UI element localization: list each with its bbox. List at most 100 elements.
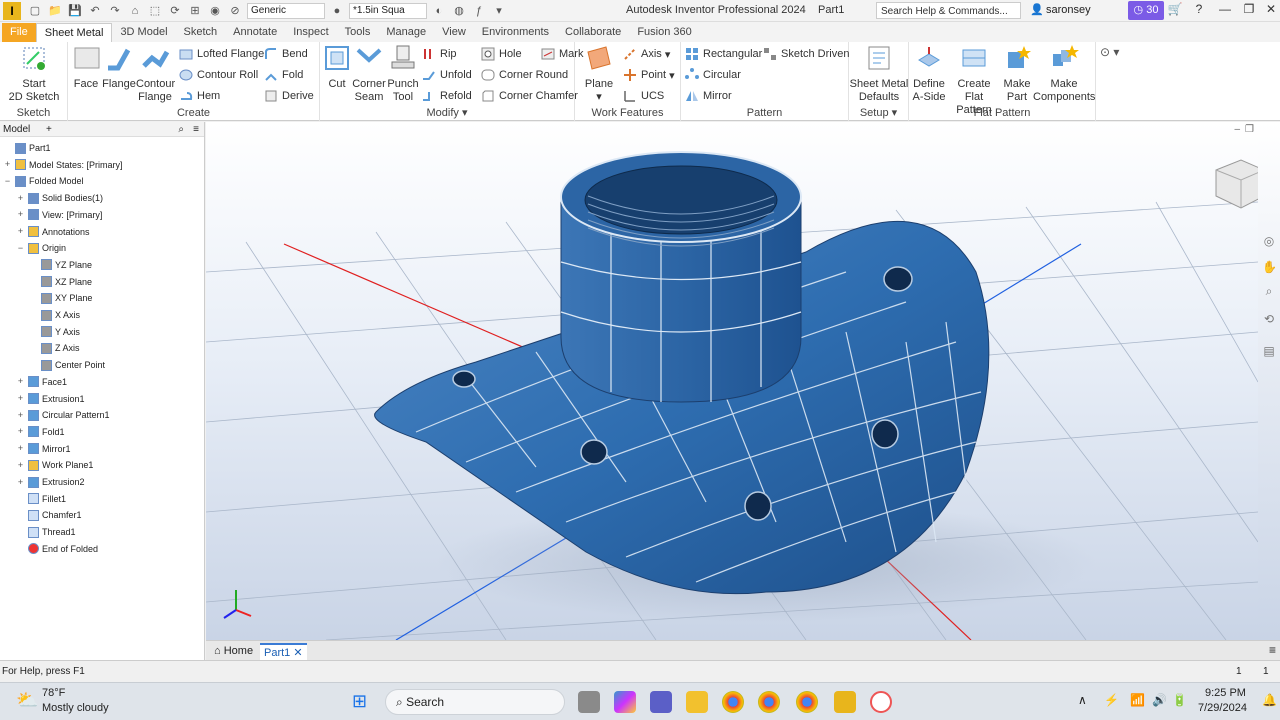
group-label-setup[interactable]: Setup ▾ <box>849 106 908 119</box>
punch-tool-button[interactable]: Punch Tool <box>386 44 420 104</box>
tree-item[interactable]: + Work Plane1 <box>16 457 93 473</box>
home-tab[interactable]: ⌂ Home <box>210 643 257 660</box>
refold-button[interactable]: Refold <box>422 87 472 105</box>
expand-icon[interactable]: + <box>16 427 25 436</box>
tree-item[interactable]: Y Axis <box>29 324 80 340</box>
recorder-icon[interactable] <box>870 691 892 713</box>
tree-item[interactable]: − Origin <box>16 240 66 256</box>
tree-item[interactable]: + View: [Primary] <box>16 207 102 223</box>
select-icon[interactable]: ⬚ <box>145 2 165 20</box>
volume-icon[interactable]: 🔊 <box>1152 693 1167 707</box>
expand-icon[interactable]: + <box>16 477 25 487</box>
zoom-icon[interactable]: ⌕ <box>1262 284 1276 298</box>
hem-button[interactable]: Hem <box>179 87 220 105</box>
bend-button[interactable]: Bend <box>264 45 308 63</box>
lofted-flange-button[interactable]: Lofted Flange <box>179 45 264 63</box>
tree-item[interactable]: End of Folded <box>16 541 98 557</box>
mirror-button[interactable]: Mirror <box>685 87 732 105</box>
fold-button[interactable]: Fold <box>264 66 303 84</box>
tree-item[interactable]: + Solid Bodies(1) <box>16 190 103 206</box>
tree-item[interactable]: Part1 <box>3 140 51 156</box>
clear-icon[interactable]: ◍ <box>449 2 469 20</box>
tree-item[interactable]: Thread1 <box>16 524 76 540</box>
chrome-profile-2-icon[interactable] <box>796 691 818 713</box>
tree-item[interactable]: + Fold1 <box>16 424 65 440</box>
view-cube[interactable] <box>1215 159 1258 209</box>
tab-environments[interactable]: Environments <box>474 23 557 42</box>
file-explorer-icon[interactable] <box>686 691 708 713</box>
minimize-icon[interactable]: — <box>1214 2 1236 20</box>
hole-button[interactable]: Hole <box>481 45 522 63</box>
measure-icon[interactable]: ⊞ <box>185 2 205 20</box>
tree-item[interactable]: YZ Plane <box>29 257 92 273</box>
tab-view[interactable]: View <box>434 23 474 42</box>
tab-menu-icon[interactable]: ≡ <box>1269 643 1276 657</box>
tree-item[interactable]: + Extrusion2 <box>16 474 85 490</box>
add-browser-tab-icon[interactable]: + <box>46 122 52 137</box>
tree-item[interactable]: X Axis <box>29 307 80 323</box>
expand-icon[interactable]: + <box>16 210 25 219</box>
customize-qat-icon[interactable]: ▾ <box>489 2 509 20</box>
point-button[interactable]: Point ▾ <box>623 66 675 84</box>
tab-annotate[interactable]: Annotate <box>225 23 285 42</box>
appearance-icon[interactable]: ● <box>327 2 347 20</box>
rip-button[interactable]: Rip <box>422 45 457 63</box>
face-button[interactable]: Face <box>72 44 100 91</box>
define-a-side-button[interactable]: Define A-Side <box>909 44 949 104</box>
notifications-icon[interactable]: 🔔 <box>1262 693 1277 707</box>
tree-item[interactable]: XZ Plane <box>29 274 92 290</box>
hole-5[interactable] <box>883 266 913 292</box>
unfold-button[interactable]: Unfold <box>422 66 472 84</box>
weather-icon[interactable]: ⛅ <box>16 690 38 711</box>
expand-icon[interactable]: + <box>16 460 25 470</box>
pan-icon[interactable]: ✋ <box>1262 260 1277 274</box>
tree-item[interactable]: Center Point <box>29 357 105 373</box>
start-2d-sketch-button[interactable]: Start 2D Sketch <box>8 44 60 104</box>
material-dropdown[interactable]: *1.5in Squa <box>349 2 427 19</box>
clear-appearance-icon[interactable]: ⊘ <box>225 2 245 20</box>
hole-3[interactable] <box>744 491 772 521</box>
update-icon[interactable]: ⟳ <box>165 2 185 20</box>
hole-1[interactable] <box>452 370 476 388</box>
save-icon[interactable]: 💾 <box>65 2 85 20</box>
help-icon[interactable]: ? <box>1188 2 1210 20</box>
corner-round-button[interactable]: Corner Round <box>481 66 568 84</box>
close-icon[interactable]: ✕ <box>1260 2 1280 20</box>
steering-wheel-icon[interactable]: ◎ <box>1262 234 1276 248</box>
color-icon[interactable]: ◉ <box>205 2 225 20</box>
tree-item[interactable]: Fillet1 <box>16 491 66 507</box>
axis-button[interactable]: Axis ▾ <box>623 45 670 63</box>
tab-manage[interactable]: Manage <box>378 23 434 42</box>
task-view-icon[interactable] <box>578 691 600 713</box>
tab-file[interactable]: File <box>2 23 36 42</box>
subscription-clock-badge[interactable]: ◷ 30 <box>1128 1 1164 20</box>
expand-icon[interactable]: + <box>16 227 25 236</box>
cart-icon[interactable]: 🛒 <box>1164 2 1186 20</box>
expand-icon[interactable]: + <box>16 444 25 453</box>
rectangular-pattern-button[interactable]: Rectangular <box>685 45 762 63</box>
tab-sheet-metal[interactable]: Sheet Metal <box>35 23 113 42</box>
expand-icon[interactable]: + <box>3 160 12 169</box>
expand-icon[interactable]: + <box>16 377 25 386</box>
network-off-icon[interactable]: ⚡ <box>1104 693 1119 707</box>
expand-icon[interactable]: + <box>16 193 25 203</box>
part1-tab[interactable]: Part1 ✕ <box>260 643 307 660</box>
clock-date[interactable]: 7/29/2024 <box>1198 702 1247 714</box>
plane-button[interactable]: Plane ▾ <box>581 44 617 104</box>
chrome-profile-icon[interactable] <box>758 691 780 713</box>
fx-icon[interactable]: ƒ <box>469 2 489 20</box>
home-icon[interactable]: ⌂ <box>125 2 145 20</box>
close-tab-icon[interactable]: ✕ <box>293 647 302 659</box>
chrome-icon[interactable] <box>722 691 744 713</box>
collapse-icon[interactable]: − <box>16 243 25 253</box>
adjust-icon[interactable]: ◐ <box>429 2 449 20</box>
corner-chamfer-button[interactable]: Corner Chamfer <box>481 87 578 105</box>
tree-item[interactable]: Z Axis <box>29 340 80 356</box>
redo-icon[interactable]: ↷ <box>105 2 125 20</box>
hole-4[interactable] <box>871 419 899 449</box>
new-icon[interactable]: ▢ <box>25 2 45 20</box>
menu-icon[interactable]: ≡ <box>193 122 199 137</box>
undo-icon[interactable]: ↶ <box>85 2 105 20</box>
tab-tools[interactable]: Tools <box>337 23 379 42</box>
expand-icon[interactable]: + <box>16 410 25 420</box>
